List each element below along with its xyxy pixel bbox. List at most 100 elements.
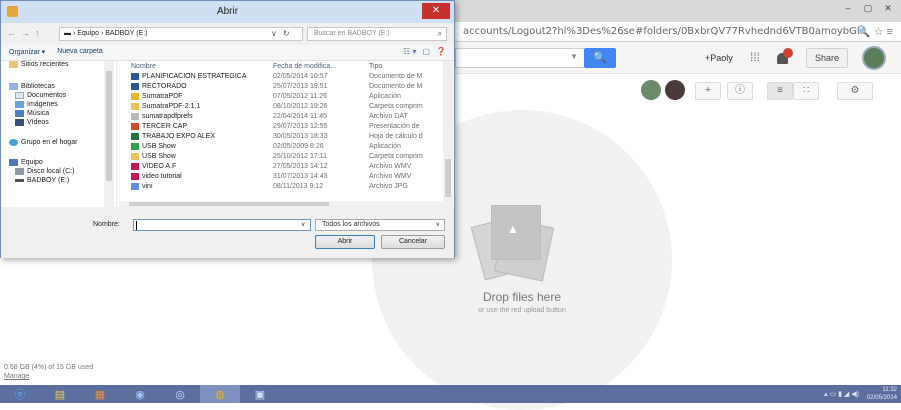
file-row[interactable]: SumatraPDF 07/05/2012 11:26 Aplicación <box>119 93 444 102</box>
file-type: Carpeta comprim <box>369 153 423 160</box>
nav-item-videos[interactable]: Vídeos <box>15 119 49 126</box>
add-people-icon[interactable]: + <box>695 82 721 100</box>
apps-grid-icon[interactable]: ⁞⁞⁞ <box>750 50 760 64</box>
zip-folder-icon <box>131 103 139 110</box>
nav-item-documents[interactable]: Documentos <box>15 92 66 99</box>
scroll-thumb[interactable] <box>106 71 112 181</box>
file-row[interactable]: TERCER CAP 29/07/2013 12:55 Presentación d… <box>119 123 444 132</box>
address-bar[interactable]: accounts/Logout2?hl%3Des%26se#folders/0B… <box>455 22 901 42</box>
shared-user-avatar[interactable] <box>641 80 661 100</box>
file-row[interactable]: USB Show 25/10/2012 17:11 Carpeta comprim <box>119 153 444 162</box>
file-name-cell: VIDEO A.F <box>131 163 176 170</box>
view-options-icon[interactable]: ☷ ▾ <box>403 47 416 56</box>
file-row[interactable]: USB Show 02/05/2009 8:26 Aplicación <box>119 143 444 152</box>
forward-arrow-icon[interactable]: → <box>21 28 30 38</box>
dialog-toolbar: Organizar ▾ Nueva carpeta ☷ ▾ ▢ ❓ <box>1 45 454 61</box>
file-date: 30/05/2013 18:33 <box>273 133 328 140</box>
drive-search-input[interactable]: ▼ <box>455 48 584 68</box>
url-text[interactable]: accounts/Logout2?hl%3Des%26se#folders/0B… <box>463 26 866 37</box>
dialog-title: Abrir <box>216 6 239 17</box>
nav-scrollbar[interactable] <box>104 61 114 207</box>
user-name-link[interactable]: +Paoly <box>705 53 733 63</box>
file-type: Presentación de <box>369 123 420 130</box>
address-bar-icons[interactable]: 🔍 ☆ ≡ <box>857 25 893 38</box>
tray-icons[interactable]: ▴ ▭ ▮ ◢ ◀) <box>824 390 859 398</box>
scroll-thumb[interactable] <box>129 202 329 206</box>
filename-dropdown-icon[interactable]: ∨ <box>301 221 305 228</box>
file-type: Documento de M <box>369 73 423 80</box>
help-icon[interactable]: ❓ <box>436 47 446 56</box>
new-folder-button[interactable]: Nueva carpeta <box>57 48 103 56</box>
nav-item-homegroup[interactable]: Grupo en el hogar <box>9 139 77 146</box>
nav-item-usb-drive[interactable]: BADBOY (E:) <box>15 177 69 184</box>
store-icon[interactable]: ▦ <box>80 385 120 403</box>
back-arrow-icon[interactable]: ← <box>7 28 16 38</box>
file-name: SumatraPDF-2.1.1 <box>142 103 201 110</box>
shared-user-avatar[interactable] <box>665 80 685 100</box>
preview-pane-icon[interactable]: ▢ <box>422 47 430 56</box>
share-button[interactable]: Share <box>806 48 848 68</box>
file-row[interactable]: sumatrapdfprefs 22/04/2014 11:45 Archivo D… <box>119 113 444 122</box>
close-window-button[interactable]: ✕ <box>879 2 897 14</box>
system-tray: ▴ ▭ ▮ ◢ ◀) 11:32 02/05/2014 <box>824 385 897 403</box>
clock[interactable]: 11:32 02/05/2014 <box>867 386 897 402</box>
avatar[interactable] <box>862 46 886 70</box>
file-row[interactable]: VIDEO A.F 27/05/2013 14:12 Archivo WMV <box>119 163 444 172</box>
file-list-scrollbar[interactable] <box>443 61 453 201</box>
file-name: PLANIFICACION ESTRATEGICA <box>142 73 247 80</box>
filename-input[interactable] <box>133 219 311 231</box>
close-dialog-button[interactable]: ✕ <box>422 3 450 19</box>
file-row[interactable]: vini 08/11/2013 9:12 Archivo JPG <box>119 183 444 192</box>
up-arrow-icon[interactable]: ↑ <box>35 28 40 38</box>
chrome-icon[interactable]: ◍ <box>200 385 240 403</box>
file-name-cell: TRABAJO EXPO ALEX <box>131 133 215 140</box>
file-row[interactable]: SumatraPDF-2.1.1 08/10/2012 19:26 Carpeta … <box>119 103 444 112</box>
file-name-cell: video tutorial <box>131 173 182 180</box>
filetype-select[interactable]: Todos los archivos ∨ <box>315 219 445 231</box>
history-dropdown-icon[interactable]: ∨ <box>271 29 277 38</box>
drive-search-button[interactable]: 🔍 <box>584 48 616 68</box>
media-player-icon[interactable]: ◉ <box>120 385 160 403</box>
file-name: USB Show <box>142 143 176 150</box>
file-list-hscrollbar[interactable] <box>119 201 453 207</box>
grid-view-icon[interactable]: ∷ <box>793 82 819 100</box>
file-row[interactable]: video tutorial 31/07/2013 14:43 Archivo WM… <box>119 173 444 182</box>
column-date[interactable]: Fecha de modifica... <box>273 63 336 70</box>
open-button[interactable]: Abrir <box>315 235 375 249</box>
settings-gear-icon[interactable]: ⚙ <box>837 82 873 100</box>
dialog-search-input[interactable]: Buscar en BADBOY (E:) ⌕ <box>307 27 447 41</box>
search-options-icon[interactable]: ▼ <box>570 52 578 61</box>
maximize-button[interactable]: ▢ <box>859 2 877 14</box>
dialog-titlebar[interactable]: Abrir ✕ <box>1 1 454 23</box>
details-icon[interactable]: ⓘ <box>727 82 753 100</box>
drive-logo-icon: ▲ <box>507 222 519 236</box>
manage-storage-link[interactable]: Manage <box>4 373 29 380</box>
notifications-icon[interactable] <box>775 48 793 66</box>
internet-explorer-icon[interactable]: ⓔ <box>0 385 40 403</box>
file-explorer-icon[interactable]: ▤ <box>40 385 80 403</box>
app-icon[interactable]: ◎ <box>160 385 200 403</box>
scroll-thumb[interactable] <box>445 159 451 197</box>
refresh-icon[interactable]: ↻ <box>283 29 290 38</box>
breadcrumb[interactable]: ▬ › Equipo › BADBOY (E:) <box>59 27 303 41</box>
list-view-icon[interactable]: ≡ <box>767 82 793 100</box>
file-row[interactable]: RECTORADO 25/07/2013 19:51 Documento de M <box>119 83 444 92</box>
column-type[interactable]: Tipo <box>369 63 382 70</box>
file-row[interactable]: PLANIFICACION ESTRATEGICA 02/05/2014 10:5… <box>119 73 444 82</box>
nav-item-images[interactable]: Imágenes <box>15 101 58 108</box>
minimize-button[interactable]: – <box>839 2 857 14</box>
dialog-navigation: ← → ↑ ▬ › Equipo › BADBOY (E:) ∨ ↻ Busca… <box>1 23 454 45</box>
column-name[interactable]: Nombre <box>131 63 156 70</box>
nav-item-libraries[interactable]: Bibliotecas <box>9 83 55 90</box>
search-icon[interactable]: ⌕ <box>438 28 442 40</box>
window-app-icon[interactable]: ▣ <box>240 385 280 403</box>
organize-menu[interactable]: Organizar ▾ <box>9 48 45 56</box>
nav-item-computer[interactable]: Equipo <box>9 159 43 166</box>
file-name-cell: PLANIFICACION ESTRATEGICA <box>131 73 247 80</box>
nav-item-local-disk[interactable]: Disco local (C:) <box>15 168 74 175</box>
file-row[interactable]: TRABAJO EXPO ALEX 30/05/2013 18:33 Hoja de… <box>119 133 444 142</box>
cancel-button[interactable]: Cancelar <box>381 235 445 249</box>
nav-item-music[interactable]: Música <box>15 110 49 117</box>
drop-title: Drop files here <box>482 290 562 304</box>
nav-item-recent[interactable]: Sitios recientes <box>9 61 68 68</box>
